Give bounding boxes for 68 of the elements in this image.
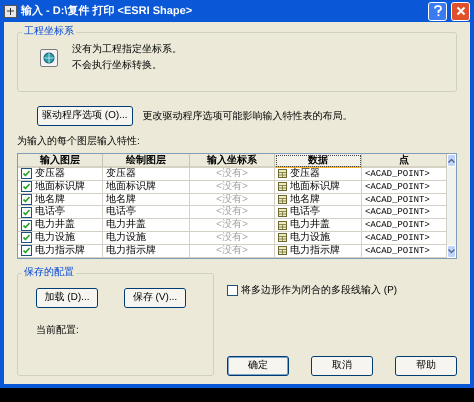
table-icon: [278, 246, 287, 256]
table-icon: [278, 169, 287, 178]
column-header[interactable]: 输入图层: [18, 154, 103, 168]
table-cell: 地名牌: [18, 194, 103, 206]
close-icon[interactable]: [451, 2, 470, 20]
window-title: 输入 - D:\复件 打印 <ESRI Shape>: [21, 4, 192, 19]
dialog-button[interactable]: 确定: [227, 356, 289, 376]
table-icon: [278, 182, 287, 192]
option-label: 将多边形作为闭合的多段线输入 (P): [241, 284, 398, 298]
column-header[interactable]: 数据: [275, 154, 362, 168]
table-cell: 电话亭: [18, 206, 103, 220]
table-cell: 电力指示牌: [103, 244, 190, 258]
table-cell: 地面标识牌: [103, 180, 190, 194]
table-cell: <没有>: [190, 244, 275, 258]
checkbox[interactable]: [21, 194, 32, 205]
table-cell: 地名牌: [275, 194, 362, 206]
table-cell: 地面标识牌: [18, 180, 103, 194]
table-cell: 电力指示牌: [18, 244, 103, 258]
table-cell: 电力井盖: [18, 219, 103, 232]
table-icon: [278, 220, 287, 230]
table-cell: 电力设施: [103, 232, 190, 245]
dialog-button[interactable]: 取消: [311, 356, 373, 376]
globe-icon: [40, 49, 58, 67]
scroll-up-icon[interactable]: [448, 158, 455, 163]
table-cell: 电力井盖: [275, 219, 362, 232]
table-cell: <没有>: [190, 168, 275, 181]
config-label: 当前配置:: [36, 324, 80, 338]
dialog-button[interactable]: 帮助: [395, 356, 457, 376]
load-button[interactable]: 加载 (D)...: [36, 288, 98, 308]
column-header[interactable]: 绘制图层: [103, 154, 190, 168]
table-caption: 为输入的每个图层输入特性:: [17, 135, 141, 149]
checkbox[interactable]: [21, 206, 32, 218]
table-cell: <没有>: [190, 232, 275, 245]
table-cell: <没有>: [190, 206, 275, 220]
checkbox[interactable]: [21, 181, 32, 192]
table-cell: <没有>: [190, 219, 275, 232]
table-cell: 变压器: [103, 168, 190, 181]
save-button[interactable]: 保存 (V)...: [124, 288, 186, 308]
table-cell: 地名牌: [103, 194, 190, 206]
column-header[interactable]: 输入坐标系: [190, 154, 275, 168]
scroll-down-icon[interactable]: [448, 248, 455, 254]
info-text: 不会执行坐标转换。: [72, 58, 163, 73]
app-icon: [4, 4, 17, 18]
table-icon: [278, 233, 287, 242]
table-cell: 地面标识牌: [275, 180, 362, 194]
checkbox[interactable]: [21, 168, 32, 180]
scrollbar[interactable]: [447, 154, 456, 258]
table-icon: [278, 208, 287, 217]
table-cell: 变压器: [275, 168, 362, 181]
table-cell: 电话亭: [103, 206, 190, 220]
table-cell: <没有>: [190, 180, 275, 194]
table-cell: 变压器: [18, 168, 103, 181]
table-cell: 电力设施: [275, 232, 362, 245]
driver-options-button[interactable]: 驱动程序选项 (O)...: [37, 106, 133, 126]
checkbox[interactable]: [21, 220, 32, 231]
table-cell: <没有>: [190, 194, 275, 206]
help-icon[interactable]: [428, 2, 447, 20]
checkbox[interactable]: [21, 232, 32, 244]
hint-text: 更改驱动程序选项可能影响输入特性表的布局。: [142, 110, 353, 124]
table-cell: 电力指示牌: [275, 244, 362, 258]
checkbox[interactable]: [21, 245, 32, 256]
table-cell: 电话亭: [275, 206, 362, 220]
checkbox[interactable]: [227, 284, 238, 296]
column-header[interactable]: 点: [362, 154, 447, 168]
info-text: 没有为工程指定坐标系。: [72, 42, 182, 57]
table-icon: [278, 194, 287, 204]
table-cell: 电力设施: [18, 232, 103, 245]
table-cell: 电力井盖: [103, 219, 190, 232]
